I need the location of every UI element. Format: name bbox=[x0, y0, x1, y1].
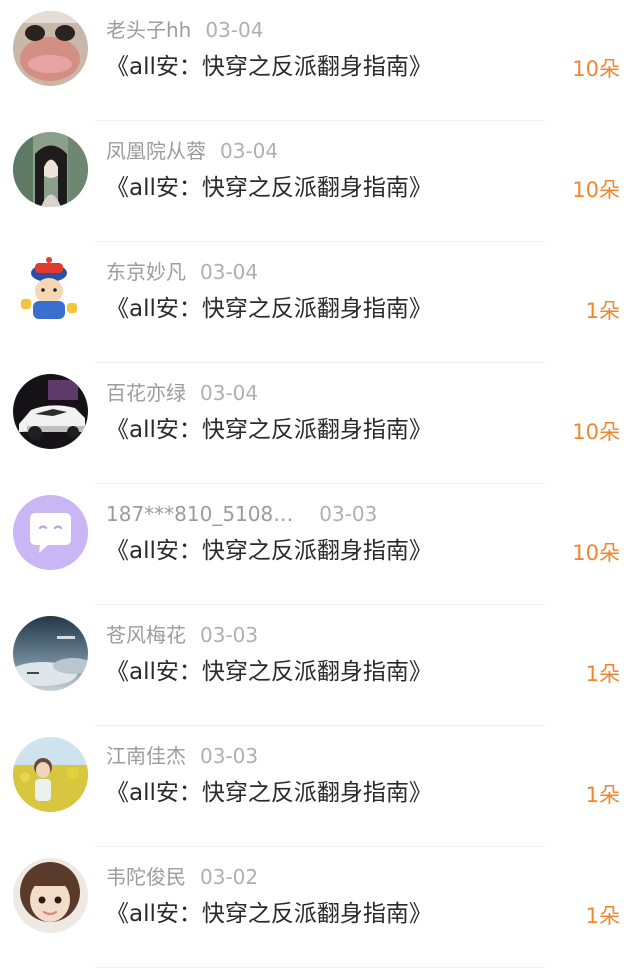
username[interactable]: 凤凰院从蓉 bbox=[106, 139, 206, 163]
gift-meta: 百花亦绿 03-04 bbox=[106, 378, 258, 408]
username[interactable]: 老头子hh bbox=[106, 18, 191, 42]
book-title[interactable]: 《all安：快穿之反派翻身指南》 bbox=[106, 413, 432, 447]
username[interactable]: 东京妙凡 bbox=[106, 260, 186, 284]
avatar[interactable] bbox=[13, 132, 88, 207]
list-item[interactable]: 苍风梅花 03-03 《all安：快穿之反派翻身指南》 1朵 bbox=[0, 605, 640, 726]
gift-date: 03-04 bbox=[200, 260, 259, 284]
gift-amount: 10朵 bbox=[572, 541, 620, 565]
book-title[interactable]: 《all安：快穿之反派翻身指南》 bbox=[106, 292, 432, 326]
book-title[interactable]: 《all安：快穿之反派翻身指南》 bbox=[106, 50, 432, 84]
book-title[interactable]: 《all安：快穿之反派翻身指南》 bbox=[106, 776, 432, 810]
avatar[interactable] bbox=[13, 616, 88, 691]
gift-meta: 东京妙凡 03-04 bbox=[106, 257, 258, 287]
list-item[interactable]: 187***810_5108… 03-03 《all安：快穿之反派翻身指南》 10… bbox=[0, 484, 640, 605]
avatar[interactable] bbox=[13, 253, 88, 328]
list-item[interactable]: 凤凰院从蓉 03-04 《all安：快穿之反派翻身指南》 10朵 bbox=[0, 121, 640, 242]
username[interactable]: 苍风梅花 bbox=[106, 623, 186, 647]
gift-date: 03-03 bbox=[200, 623, 259, 647]
gift-amount: 1朵 bbox=[585, 662, 620, 686]
gift-meta: 苍风梅花 03-03 bbox=[106, 620, 258, 650]
book-title[interactable]: 《all安：快穿之反派翻身指南》 bbox=[106, 171, 432, 205]
avatar[interactable] bbox=[13, 737, 88, 812]
username[interactable]: 百花亦绿 bbox=[106, 381, 186, 405]
list-item[interactable]: 百花亦绿 03-04 《all安：快穿之反派翻身指南》 10朵 bbox=[0, 363, 640, 484]
gift-amount: 1朵 bbox=[585, 783, 620, 807]
list-item[interactable]: 东京妙凡 03-04 《all安：快穿之反派翻身指南》 1朵 bbox=[0, 242, 640, 363]
gift-date: 03-04 bbox=[205, 18, 264, 42]
gift-amount: 10朵 bbox=[572, 178, 620, 202]
gift-date: 03-04 bbox=[200, 381, 259, 405]
gift-amount: 1朵 bbox=[585, 904, 620, 928]
list-item[interactable]: 韦陀俊民 03-02 《all安：快穿之反派翻身指南》 1朵 bbox=[0, 847, 640, 968]
avatar[interactable] bbox=[13, 858, 88, 933]
gift-amount: 1朵 bbox=[585, 299, 620, 323]
gift-date: 03-04 bbox=[220, 139, 279, 163]
list-item[interactable]: 老头子hh 03-04 《all安：快穿之反派翻身指南》 10朵 bbox=[0, 0, 640, 121]
gift-list: 老头子hh 03-04 《all安：快穿之反派翻身指南》 10朵 凤凰院从蓉 03-… bbox=[0, 0, 640, 968]
gift-amount: 10朵 bbox=[572, 420, 620, 444]
gift-meta: 187***810_5108… 03-03 bbox=[106, 499, 377, 529]
gift-meta: 老头子hh 03-04 bbox=[106, 15, 263, 45]
username[interactable]: 187***810_5108… bbox=[106, 502, 293, 526]
list-item[interactable]: 江南佳杰 03-03 《all安：快穿之反派翻身指南》 1朵 bbox=[0, 726, 640, 847]
avatar[interactable] bbox=[13, 11, 88, 86]
username[interactable]: 韦陀俊民 bbox=[106, 865, 186, 889]
gift-date: 03-03 bbox=[319, 502, 378, 526]
gift-meta: 韦陀俊民 03-02 bbox=[106, 862, 258, 892]
avatar[interactable] bbox=[13, 495, 88, 570]
avatar[interactable] bbox=[13, 374, 88, 449]
book-title[interactable]: 《all安：快穿之反派翻身指南》 bbox=[106, 897, 432, 931]
gift-date: 03-03 bbox=[200, 744, 259, 768]
book-title[interactable]: 《all安：快穿之反派翻身指南》 bbox=[106, 655, 432, 689]
gift-meta: 江南佳杰 03-03 bbox=[106, 741, 258, 771]
gift-amount: 10朵 bbox=[572, 57, 620, 81]
gift-meta: 凤凰院从蓉 03-04 bbox=[106, 136, 278, 166]
book-title[interactable]: 《all安：快穿之反派翻身指南》 bbox=[106, 534, 432, 568]
gift-date: 03-02 bbox=[200, 865, 259, 889]
username[interactable]: 江南佳杰 bbox=[106, 744, 186, 768]
